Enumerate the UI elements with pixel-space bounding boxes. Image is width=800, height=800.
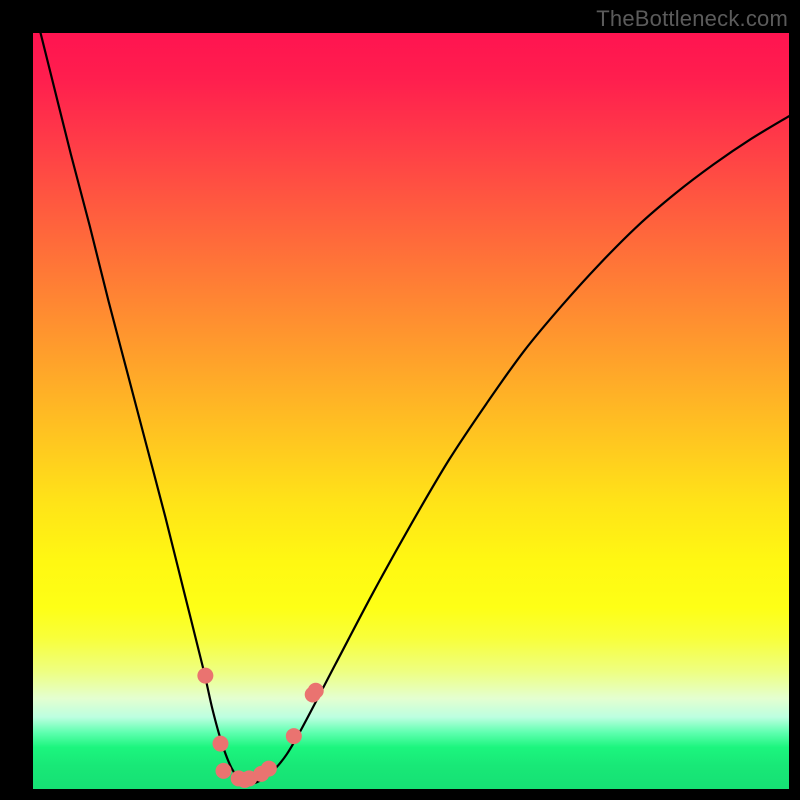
curve-layer (33, 33, 789, 783)
plot-area (33, 33, 789, 789)
data-marker (216, 763, 232, 779)
watermark-text: TheBottleneck.com (596, 6, 788, 32)
data-marker (197, 668, 213, 684)
data-marker (308, 683, 324, 699)
data-marker (212, 736, 228, 752)
chart-frame: TheBottleneck.com (0, 0, 800, 800)
bottleneck-curve (33, 33, 789, 783)
chart-svg (33, 33, 789, 789)
data-marker (286, 728, 302, 744)
data-marker (261, 761, 277, 777)
